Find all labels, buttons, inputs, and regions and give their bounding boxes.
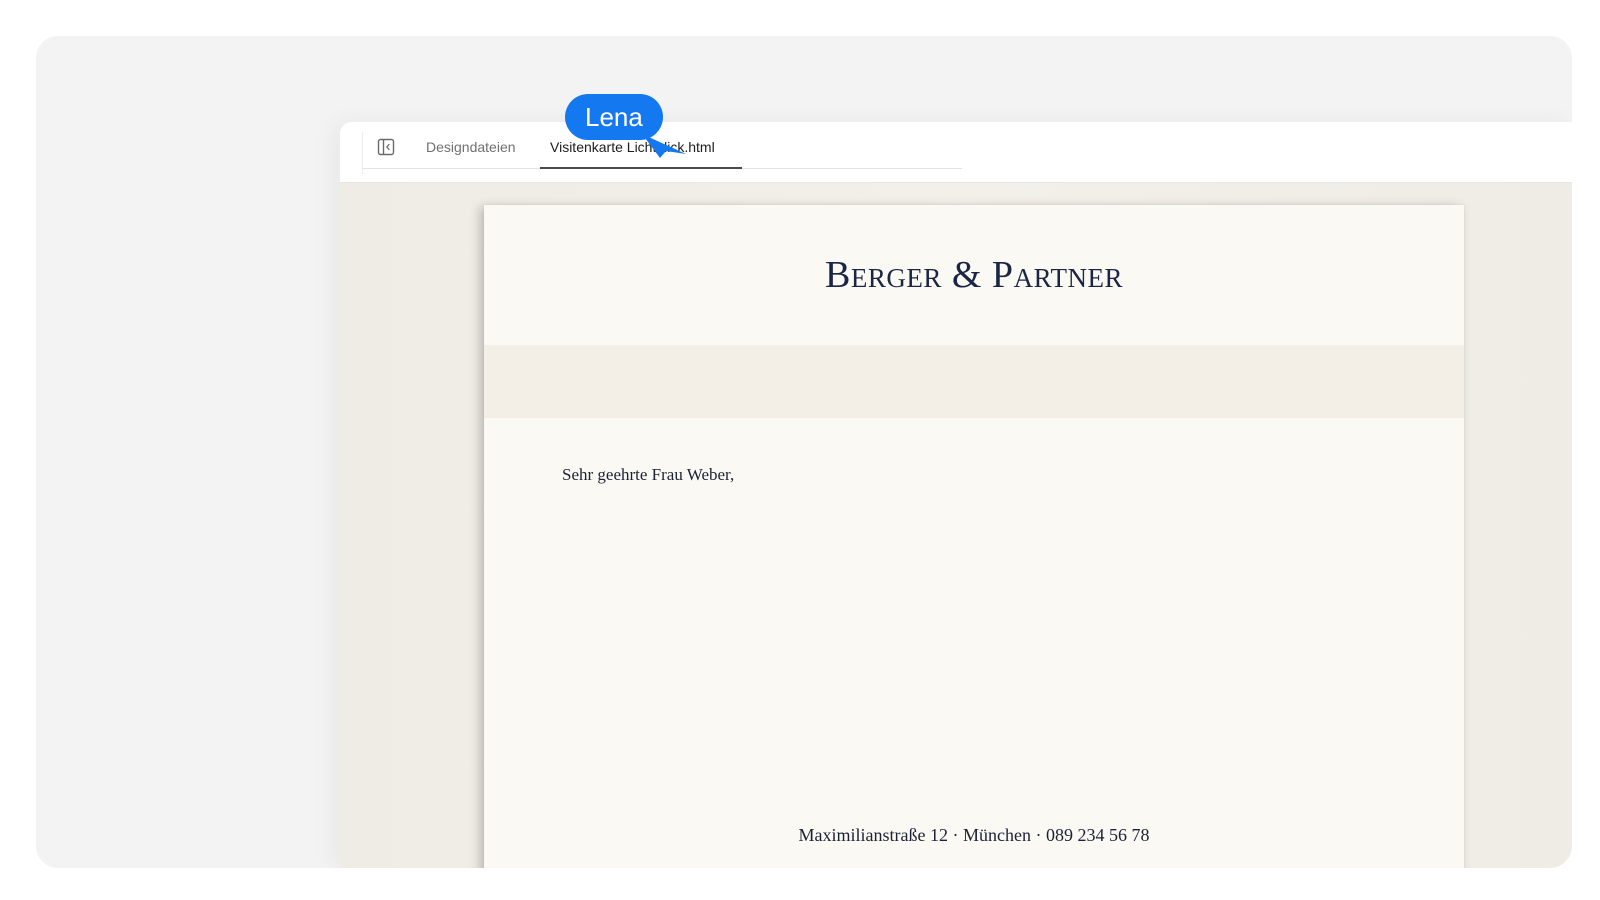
active-tab-indicator [540,167,742,169]
footer-address[interactable]: Maximilianstraße 12 · München · 089 234 … [484,825,1464,846]
sidebar-collapse-icon[interactable] [377,138,395,156]
editor-window: Designdateien Visitenkarte Lichtblick.ht… [340,122,1572,868]
letter-page[interactable]: Berger & Partner Sehr geehrte Frau Weber… [484,205,1464,868]
tab-designdateien[interactable]: Designdateien [426,138,516,156]
salutation-text[interactable]: Sehr geehrte Frau Weber, [562,465,734,485]
letterhead-band [484,345,1464,418]
collaborator-cursor-label: Lena [565,94,663,140]
letterhead-title[interactable]: Berger & Partner [484,253,1464,297]
document-canvas[interactable]: Berger & Partner Sehr geehrte Frau Weber… [340,183,1572,868]
tab-visitenkarte[interactable]: Visitenkarte Lichtblick.html [550,138,715,156]
app-frame: Designdateien Visitenkarte Lichtblick.ht… [36,36,1572,868]
tab-bar: Designdateien Visitenkarte Lichtblick.ht… [340,122,1572,183]
